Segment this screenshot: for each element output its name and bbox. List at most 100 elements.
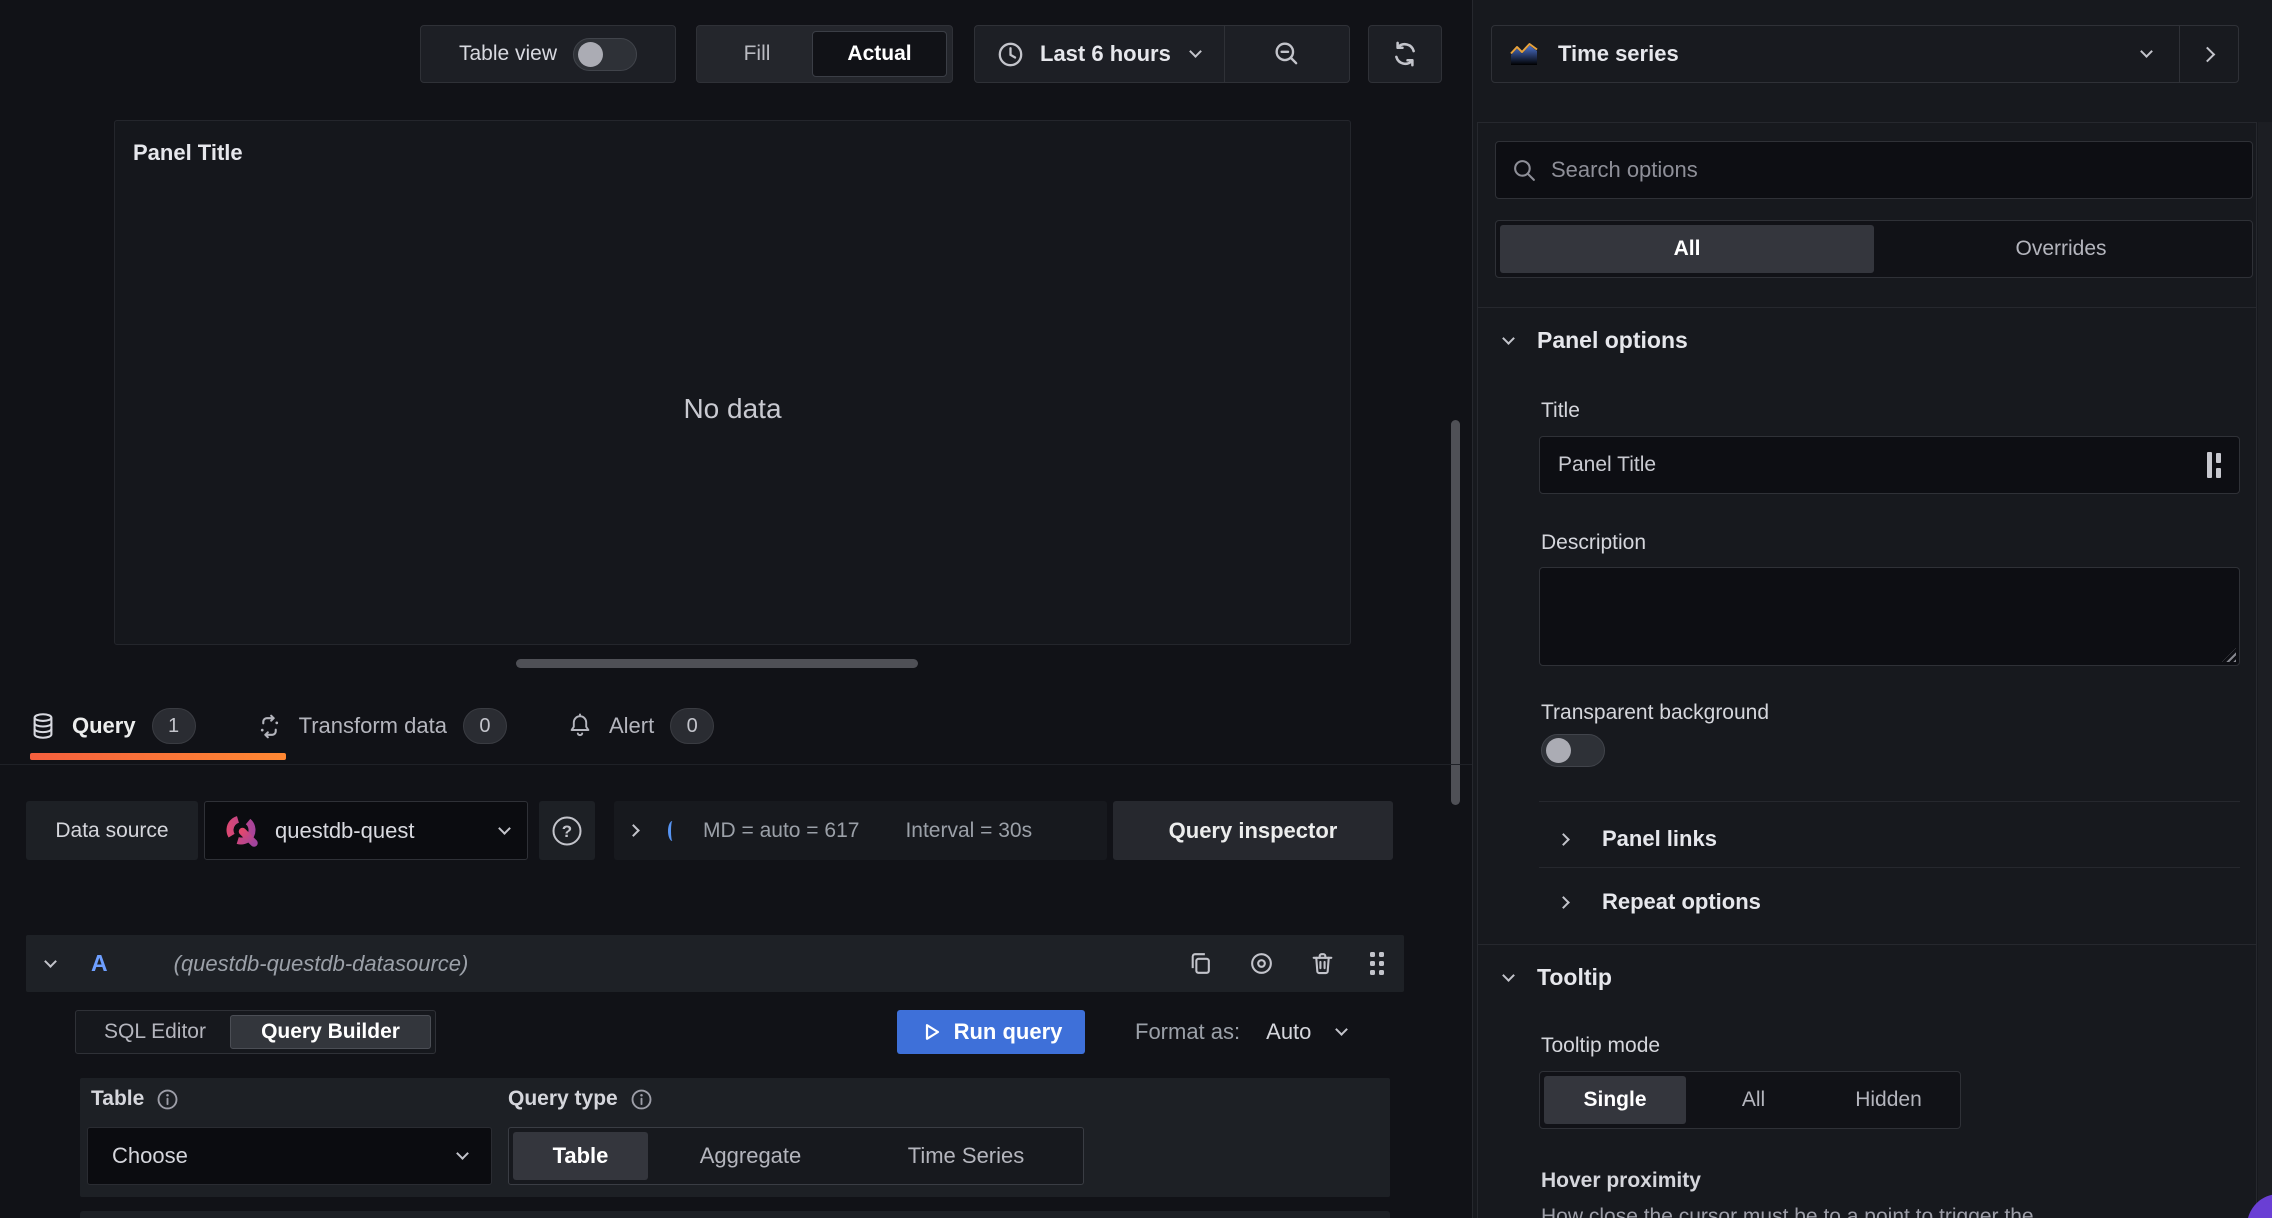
- tooltip-title: Tooltip: [1537, 964, 1612, 990]
- questdb-logo-icon: [223, 812, 261, 850]
- visualization-picker[interactable]: Time series: [1491, 25, 2239, 83]
- datasource-value: questdb-quest: [275, 817, 415, 843]
- refresh-icon: [1390, 39, 1420, 69]
- time-range-label: Last 6 hours: [1040, 41, 1171, 66]
- tab-transform-data[interactable]: Transform data 0: [256, 708, 507, 744]
- chevron-down-icon: [1502, 968, 1515, 982]
- display-mode-switch: Fill Actual: [696, 25, 953, 83]
- query-type-label-text: Query type: [508, 1087, 618, 1110]
- transparent-background-label: Transparent background: [1541, 701, 1770, 724]
- table-view-button[interactable]: Table view: [420, 25, 676, 83]
- query-type-aggregate[interactable]: Aggregate: [648, 1132, 853, 1180]
- table-select-value: Choose: [112, 1143, 188, 1168]
- chevron-down-icon: [1502, 331, 1515, 345]
- query-builder-option[interactable]: Query Builder: [230, 1015, 431, 1049]
- drag-handle[interactable]: [1370, 952, 1384, 975]
- repeat-options-row[interactable]: Repeat options: [1557, 880, 1761, 924]
- section-border: [1478, 944, 2256, 945]
- chevron-down-icon: [498, 821, 511, 835]
- search-icon: [1512, 158, 1537, 183]
- datasource-picker[interactable]: questdb-quest: [204, 801, 528, 860]
- time-series-chart-icon: [1508, 41, 1540, 67]
- tab-query[interactable]: Query 1: [30, 708, 196, 744]
- filter-tab-all[interactable]: All: [1500, 225, 1874, 273]
- database-icon: [30, 712, 56, 740]
- tab-alert[interactable]: Alert 0: [567, 708, 715, 744]
- table-view-label: Table view: [458, 42, 558, 65]
- zoom-out-icon[interactable]: [1225, 40, 1349, 68]
- query-options-collapsed[interactable]: MD = auto = 617 Interval = 30s: [614, 801, 1107, 860]
- query-type-table[interactable]: Table: [513, 1132, 648, 1180]
- info-icon: [630, 1088, 653, 1111]
- question-circle-icon: ?: [550, 814, 584, 848]
- refresh-button[interactable]: [1368, 25, 1442, 83]
- run-query-button[interactable]: Run query: [897, 1010, 1085, 1054]
- tooltip-mode-all[interactable]: All: [1686, 1076, 1821, 1124]
- table-view-toggle[interactable]: [573, 37, 638, 71]
- title-label: Title: [1541, 399, 1580, 422]
- tooltip-mode-hidden[interactable]: Hidden: [1821, 1076, 1956, 1124]
- run-query-label: Run query: [953, 1019, 1063, 1044]
- delete-query-icon[interactable]: [1309, 950, 1336, 977]
- options-scroll-area: Search options All Overrides Panel optio…: [1477, 122, 2257, 1218]
- clock-icon: [997, 41, 1024, 68]
- description-label: Description: [1541, 531, 1647, 554]
- query-row-header[interactable]: A (questdb-questdb-datasource): [26, 935, 1404, 992]
- description-textarea[interactable]: [1539, 567, 2240, 666]
- panel-links-row[interactable]: Panel links: [1557, 817, 1717, 861]
- collapse-chevron-down-icon[interactable]: [44, 954, 57, 968]
- sql-editor-option[interactable]: SQL Editor: [80, 1015, 230, 1049]
- tooltip-mode-label: Tooltip mode: [1541, 1034, 1661, 1057]
- panel-preview[interactable]: Panel Title No data: [114, 120, 1351, 645]
- table-select[interactable]: Choose: [87, 1127, 492, 1185]
- panel-links-label: Panel links: [1602, 826, 1717, 851]
- tooltip-header[interactable]: Tooltip: [1502, 964, 1612, 991]
- panel-title-input[interactable]: Panel Title: [1539, 436, 2240, 494]
- search-placeholder: Search options: [1551, 157, 1698, 182]
- tab-transform-badge: 0: [462, 708, 507, 744]
- fill-option[interactable]: Fill: [702, 31, 812, 77]
- datasource-help-button[interactable]: ?: [539, 801, 595, 860]
- time-range-picker[interactable]: Last 6 hours: [974, 25, 1350, 83]
- repeat-options-label: Repeat options: [1602, 889, 1761, 914]
- search-options-input[interactable]: Search options: [1495, 141, 2253, 199]
- filter-tab-overrides[interactable]: Overrides: [1874, 225, 2248, 273]
- table-label-text: Table: [91, 1087, 145, 1110]
- horizontal-scrollbar[interactable]: [516, 659, 918, 668]
- panel-options-title: Panel options: [1537, 327, 1688, 353]
- table-field-label: Table: [91, 1087, 179, 1111]
- hover-proximity-help: How close the cursor must be to a point …: [1541, 1205, 2034, 1218]
- editor-tab-bar: Query 1 Transform data 0 Alert 0: [30, 700, 715, 752]
- query-type-time-series[interactable]: Time Series: [853, 1132, 1079, 1180]
- vertical-scrollbar[interactable]: [1451, 420, 1460, 805]
- query-type-switch: Table Aggregate Time Series: [508, 1127, 1084, 1185]
- datasource-field-label: Data source: [26, 801, 198, 860]
- panel-preview-title: Panel Title: [133, 140, 243, 165]
- format-as-value[interactable]: Auto: [1266, 1019, 1311, 1045]
- active-tab-indicator: [30, 753, 286, 760]
- duplicate-query-icon[interactable]: [1187, 950, 1214, 977]
- suggestions-icon[interactable]: [2207, 452, 2221, 478]
- chevron-right-icon: [2199, 46, 2216, 62]
- collapse-pane-button[interactable]: [2180, 46, 2238, 62]
- chevron-down-icon[interactable]: [1335, 1023, 1349, 1036]
- query-inspector-button[interactable]: Query inspector: [1113, 801, 1393, 860]
- interval-summary: Interval = 30s: [905, 818, 1033, 842]
- chevron-down-icon: [1188, 45, 1202, 58]
- next-editor-row-peek: [80, 1211, 1390, 1218]
- disable-query-icon[interactable]: [1248, 950, 1275, 977]
- toggle-knob: [1546, 738, 1571, 763]
- visualization-label: Time series: [1558, 41, 1679, 66]
- sidebar-scrollbar-track[interactable]: [2258, 122, 2272, 1218]
- panel-options-header[interactable]: Panel options: [1502, 327, 1688, 354]
- chevron-down-icon: [456, 1147, 469, 1160]
- tooltip-mode-switch: Single All Hidden: [1539, 1071, 1961, 1129]
- transparent-background-toggle[interactable]: [1541, 734, 1605, 767]
- grafana-panel-editor: Table view Fill Actual Last 6 hours Pane…: [0, 0, 2272, 1218]
- chevron-down-icon: [2140, 45, 2153, 58]
- resize-handle[interactable]: [2222, 648, 2236, 662]
- tab-alert-label: Alert: [608, 713, 655, 738]
- chevron-right-icon: [627, 824, 640, 837]
- tooltip-mode-single[interactable]: Single: [1544, 1076, 1686, 1124]
- actual-option[interactable]: Actual: [812, 31, 947, 77]
